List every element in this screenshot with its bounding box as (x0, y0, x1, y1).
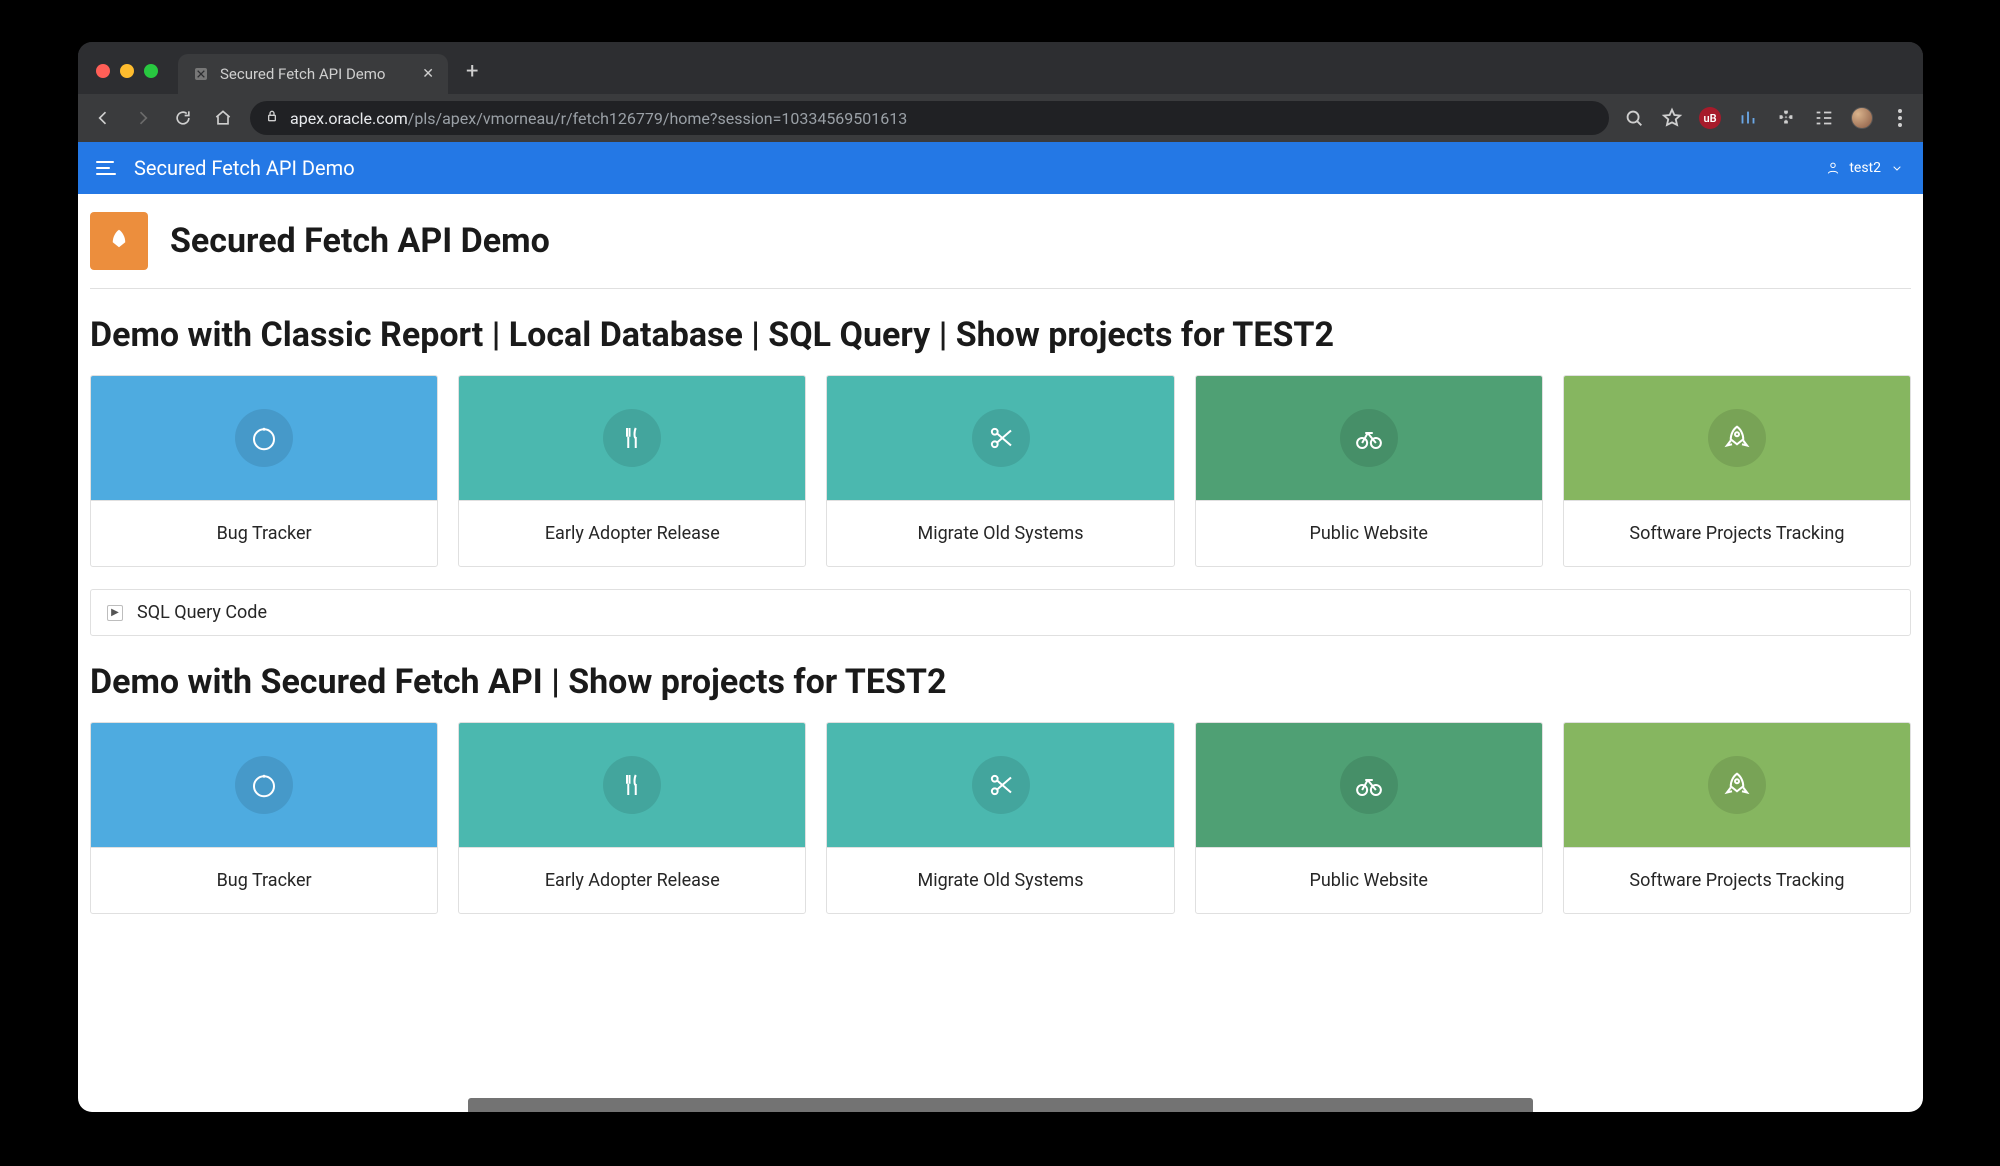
new-tab-button[interactable]: + (448, 59, 478, 94)
project-card[interactable]: Bug Tracker (90, 722, 438, 914)
window-controls (88, 64, 164, 94)
page-viewport: Secured Fetch API Demo test2 Secured Fet… (78, 142, 1923, 1112)
card-header (1196, 723, 1542, 847)
utensils-icon (603, 756, 661, 814)
refresh-icon (235, 756, 293, 814)
tab-title: Secured Fetch API Demo (220, 65, 412, 83)
extension-ublock-icon[interactable]: uB (1699, 107, 1721, 129)
extension-bars-icon[interactable] (1737, 107, 1759, 129)
project-card[interactable]: Software Projects Tracking (1563, 375, 1911, 567)
bookmark-star-icon[interactable] (1661, 107, 1683, 129)
tab-strip: Secured Fetch API Demo ✕ + (78, 42, 1923, 94)
chevron-down-icon (1889, 160, 1905, 176)
card-row: Bug Tracker Early Adopter Release Migrate … (90, 375, 1911, 567)
card-label: Migrate Old Systems (827, 500, 1173, 566)
search-icon[interactable] (1623, 107, 1645, 129)
project-card[interactable]: Migrate Old Systems (826, 722, 1174, 914)
project-card[interactable]: Public Website (1195, 375, 1543, 567)
card-header (91, 723, 437, 847)
app-header: Secured Fetch API Demo test2 (78, 142, 1923, 194)
refresh-icon (235, 409, 293, 467)
rocket-icon (1708, 756, 1766, 814)
reading-list-icon[interactable] (1813, 107, 1835, 129)
browser-menu-button[interactable] (1889, 107, 1911, 129)
card-row: Bug Tracker Early Adopter Release Migrate … (90, 722, 1911, 914)
address-bar[interactable]: apex.oracle.com/pls/apex/vmorneau/r/fetc… (250, 101, 1609, 135)
project-card[interactable]: Early Adopter Release (458, 722, 806, 914)
section-title: Demo with Secured Fetch API | Show proje… (90, 636, 1911, 722)
scissors-icon (972, 756, 1030, 814)
expand-triangle-icon: ▶ (107, 605, 123, 621)
horizontal-scrollbar[interactable] (468, 1098, 1533, 1112)
app-header-title[interactable]: Secured Fetch API Demo (134, 156, 355, 180)
rocket-icon (1708, 409, 1766, 467)
extensions-puzzle-icon[interactable] (1775, 107, 1797, 129)
project-card[interactable]: Bug Tracker (90, 375, 438, 567)
card-label: Software Projects Tracking (1564, 847, 1910, 913)
project-card[interactable]: Early Adopter Release (458, 375, 806, 567)
card-label: Software Projects Tracking (1564, 500, 1910, 566)
card-label: Migrate Old Systems (827, 847, 1173, 913)
bicycle-icon (1340, 409, 1398, 467)
card-label: Bug Tracker (91, 500, 437, 566)
project-card[interactable]: Public Website (1195, 722, 1543, 914)
tab-favicon (192, 65, 210, 83)
card-header (1564, 376, 1910, 500)
scissors-icon (972, 409, 1030, 467)
reload-button[interactable] (170, 105, 196, 131)
browser-window: Secured Fetch API Demo ✕ + apex.oracle.c… (78, 42, 1923, 1112)
window-close-button[interactable] (96, 64, 110, 78)
project-card[interactable]: Migrate Old Systems (826, 375, 1174, 567)
section-title: Demo with Classic Report | Local Databas… (90, 289, 1911, 375)
window-maximize-button[interactable] (144, 64, 158, 78)
app-logo-icon (90, 212, 148, 270)
back-button[interactable] (90, 105, 116, 131)
tab-close-button[interactable]: ✕ (422, 67, 434, 81)
card-header (1564, 723, 1910, 847)
user-menu[interactable]: test2 (1825, 160, 1905, 176)
card-header (459, 723, 805, 847)
card-header (827, 723, 1173, 847)
toolbar-right: uB (1623, 107, 1911, 129)
project-card[interactable]: Software Projects Tracking (1563, 722, 1911, 914)
card-label: Public Website (1196, 847, 1542, 913)
card-header (827, 376, 1173, 500)
nav-menu-button[interactable] (96, 161, 116, 175)
profile-avatar[interactable] (1851, 107, 1873, 129)
card-header (1196, 376, 1542, 500)
utensils-icon (603, 409, 661, 467)
url-text: apex.oracle.com/pls/apex/vmorneau/r/fetc… (290, 109, 907, 128)
card-header (91, 376, 437, 500)
user-name: test2 (1849, 160, 1881, 176)
sql-query-code-expander[interactable]: ▶ SQL Query Code (90, 589, 1911, 636)
bicycle-icon (1340, 756, 1398, 814)
card-header (459, 376, 805, 500)
browser-toolbar: apex.oracle.com/pls/apex/vmorneau/r/fetc… (78, 94, 1923, 142)
page-header: Secured Fetch API Demo (90, 212, 1911, 288)
browser-tab[interactable]: Secured Fetch API Demo ✕ (178, 54, 448, 94)
card-label: Early Adopter Release (459, 500, 805, 566)
window-minimize-button[interactable] (120, 64, 134, 78)
card-label: Public Website (1196, 500, 1542, 566)
expander-label: SQL Query Code (137, 602, 267, 623)
home-button[interactable] (210, 105, 236, 131)
card-label: Early Adopter Release (459, 847, 805, 913)
page-title: Secured Fetch API Demo (170, 221, 550, 261)
lock-icon (264, 108, 280, 128)
card-label: Bug Tracker (91, 847, 437, 913)
forward-button[interactable] (130, 105, 156, 131)
